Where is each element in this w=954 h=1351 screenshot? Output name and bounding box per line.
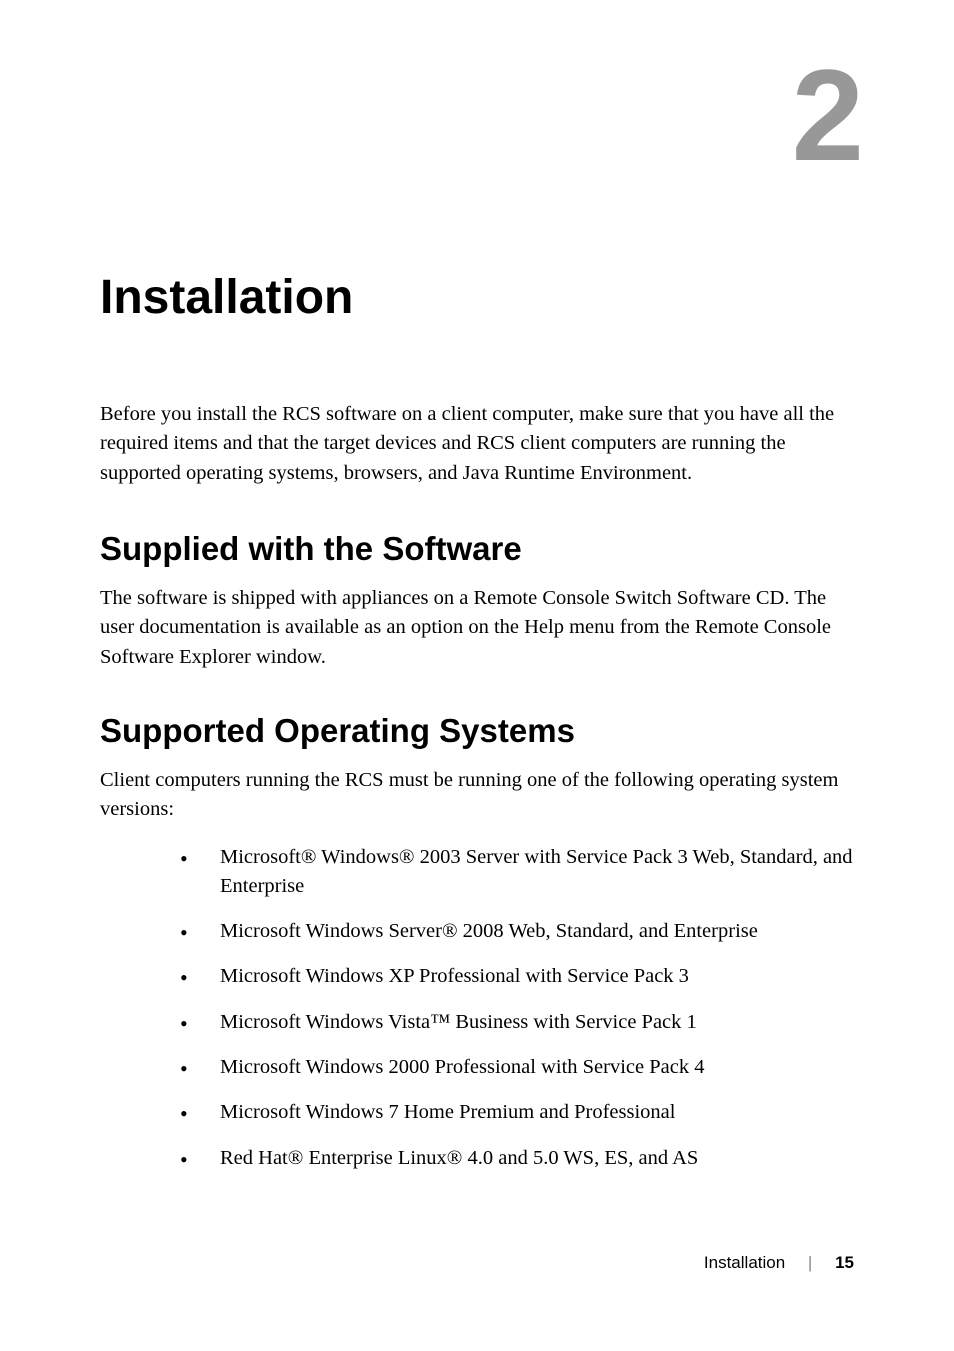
list-item: Microsoft Windows Server® 2008 Web, Stan… — [180, 917, 854, 946]
footer-separator: | — [808, 1253, 812, 1272]
list-item: Microsoft Windows XP Professional with S… — [180, 962, 854, 991]
footer-title: Installation — [704, 1253, 785, 1272]
chapter-title: Installation — [100, 270, 854, 325]
supported-os-list: Microsoft® Windows® 2003 Server with Ser… — [100, 843, 854, 1174]
page-container: 2 Installation Before you install the RC… — [0, 0, 954, 1351]
chapter-number: 2 — [100, 50, 864, 180]
list-item: Microsoft® Windows® 2003 Server with Ser… — [180, 843, 854, 902]
section-body-supplied: The software is shipped with appliances … — [100, 584, 854, 672]
list-item: Microsoft Windows 7 Home Premium and Pro… — [180, 1098, 854, 1127]
list-item: Red Hat® Enterprise Linux® 4.0 and 5.0 W… — [180, 1144, 854, 1173]
footer-page-number: 15 — [835, 1253, 854, 1272]
list-item: Microsoft Windows 2000 Professional with… — [180, 1053, 854, 1082]
supported-os-intro: Client computers running the RCS must be… — [100, 766, 854, 825]
chapter-intro-paragraph: Before you install the RCS software on a… — [100, 400, 854, 488]
section-heading-supported-os: Supported Operating Systems — [100, 712, 854, 750]
list-item: Microsoft Windows Vista™ Business with S… — [180, 1008, 854, 1037]
section-heading-supplied: Supplied with the Software — [100, 530, 854, 568]
page-footer: Installation | 15 — [704, 1253, 854, 1273]
